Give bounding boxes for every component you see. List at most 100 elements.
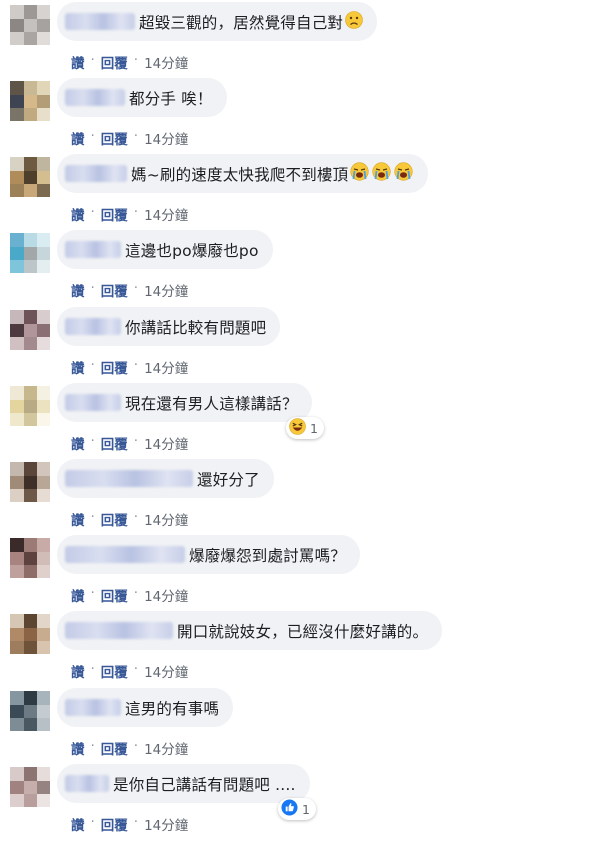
comment-list: 超毀三觀的，居然覺得自己對 讚 · 回覆 · 14分鐘 都分手 唉！ 讚 · 回… bbox=[0, 0, 611, 843]
avatar[interactable] bbox=[10, 538, 50, 578]
reply-link[interactable]: 回覆 bbox=[101, 738, 128, 758]
avatar[interactable] bbox=[10, 81, 50, 121]
like-link[interactable]: 讚 bbox=[71, 433, 85, 453]
like-link[interactable]: 讚 bbox=[71, 280, 85, 300]
commenter-name-blurred[interactable] bbox=[65, 470, 193, 487]
like-link[interactable]: 讚 bbox=[71, 509, 85, 529]
comment: 開口就說妓女，已經沒什麼好講的。 讚 · 回覆 · 14分鐘 bbox=[0, 611, 611, 687]
separator: · bbox=[133, 738, 139, 754]
separator: · bbox=[90, 738, 95, 754]
timestamp[interactable]: 14分鐘 bbox=[144, 738, 188, 758]
avatar[interactable] bbox=[10, 386, 50, 426]
comment-actions: 讚 · 回覆 · 14分鐘 bbox=[71, 814, 188, 834]
comment-bubble: 這邊也po爆廢也po bbox=[57, 230, 273, 269]
separator: · bbox=[90, 433, 95, 449]
comment-bubble: 還好分了 bbox=[57, 459, 274, 498]
comment-actions: 讚 · 回覆 · 14分鐘 bbox=[71, 52, 188, 72]
like-link[interactable]: 讚 bbox=[71, 128, 85, 148]
commenter-name-blurred[interactable] bbox=[65, 318, 121, 335]
timestamp[interactable]: 14分鐘 bbox=[144, 509, 188, 529]
comment-bubble: 都分手 唉！ bbox=[57, 78, 227, 117]
reply-link[interactable]: 回覆 bbox=[101, 280, 128, 300]
separator: · bbox=[133, 128, 139, 144]
reply-link[interactable]: 回覆 bbox=[101, 204, 128, 224]
commenter-name-blurred[interactable] bbox=[65, 775, 109, 792]
separator: · bbox=[133, 357, 139, 373]
reaction-summary[interactable]: 1 bbox=[278, 798, 316, 820]
comment-actions: 讚 · 回覆 · 14分鐘 bbox=[71, 661, 188, 681]
comment: 這邊也po爆廢也po 讚 · 回覆 · 14分鐘 bbox=[0, 230, 611, 306]
commenter-name-blurred[interactable] bbox=[65, 241, 121, 258]
separator: · bbox=[133, 661, 139, 677]
commenter-name-blurred[interactable] bbox=[65, 546, 185, 563]
avatar[interactable] bbox=[10, 5, 50, 45]
timestamp[interactable]: 14分鐘 bbox=[144, 280, 188, 300]
disappointed-face-icon bbox=[345, 10, 363, 33]
comment: 是你自己講話有問題吧 .... 1 讚 · 回覆 · 14分鐘 bbox=[0, 764, 611, 840]
comment-bubble: 是你自己講話有問題吧 .... bbox=[57, 764, 310, 803]
comment: 媽~刷的速度太快我爬不到樓頂 讚 · 回覆 · 14分鐘 bbox=[0, 154, 611, 230]
comment-actions: 讚 · 回覆 · 14分鐘 bbox=[71, 433, 188, 453]
comment-text: 超毀三觀的，居然覺得自己對 bbox=[139, 13, 344, 32]
timestamp[interactable]: 14分鐘 bbox=[144, 661, 188, 681]
reply-link[interactable]: 回覆 bbox=[101, 433, 128, 453]
avatar[interactable] bbox=[10, 233, 50, 273]
avatar[interactable] bbox=[10, 614, 50, 654]
like-reaction-icon bbox=[281, 799, 298, 819]
like-link[interactable]: 讚 bbox=[71, 585, 85, 605]
commenter-name-blurred[interactable] bbox=[65, 89, 125, 106]
reply-link[interactable]: 回覆 bbox=[101, 52, 128, 72]
separator: · bbox=[133, 585, 139, 601]
like-link[interactable]: 讚 bbox=[71, 814, 85, 834]
like-link[interactable]: 讚 bbox=[71, 661, 85, 681]
comment-text: 爆廢爆怨到處討罵嗎？ bbox=[189, 546, 347, 565]
comment-actions: 讚 · 回覆 · 14分鐘 bbox=[71, 128, 188, 148]
reply-link[interactable]: 回覆 bbox=[101, 509, 128, 529]
comment-bubble: 超毀三觀的，居然覺得自己對 bbox=[57, 2, 378, 41]
timestamp[interactable]: 14分鐘 bbox=[144, 357, 188, 377]
commenter-name-blurred[interactable] bbox=[65, 622, 173, 639]
reply-link[interactable]: 回覆 bbox=[101, 128, 128, 148]
comment-actions: 讚 · 回覆 · 14分鐘 bbox=[71, 585, 188, 605]
comment: 還好分了 讚 · 回覆 · 14分鐘 bbox=[0, 459, 611, 535]
comment-text: 這男的有事嗎 bbox=[125, 699, 220, 718]
comment-actions: 讚 · 回覆 · 14分鐘 bbox=[71, 280, 188, 300]
comment-bubble: 這男的有事嗎 bbox=[57, 688, 234, 727]
avatar[interactable] bbox=[10, 462, 50, 502]
timestamp[interactable]: 14分鐘 bbox=[144, 814, 188, 834]
commenter-name-blurred[interactable] bbox=[65, 394, 121, 411]
commenter-name-blurred[interactable] bbox=[65, 699, 121, 716]
reaction-summary[interactable]: 1 bbox=[286, 417, 324, 439]
commenter-name-blurred[interactable] bbox=[65, 13, 135, 30]
comment-text: 這邊也po爆廢也po bbox=[125, 241, 259, 260]
timestamp[interactable]: 14分鐘 bbox=[144, 585, 188, 605]
avatar[interactable] bbox=[10, 767, 50, 807]
separator: · bbox=[133, 509, 139, 525]
reply-link[interactable]: 回覆 bbox=[101, 585, 128, 605]
separator: · bbox=[133, 52, 139, 68]
comment: 爆廢爆怨到處討罵嗎？ 讚 · 回覆 · 14分鐘 bbox=[0, 535, 611, 611]
comment-text: 開口就說妓女，已經沒什麼好講的。 bbox=[177, 622, 429, 641]
comment-bubble: 開口就說妓女，已經沒什麼好講的。 bbox=[57, 611, 443, 650]
avatar[interactable] bbox=[10, 691, 50, 731]
separator: · bbox=[90, 509, 95, 525]
reply-link[interactable]: 回覆 bbox=[101, 814, 128, 834]
separator: · bbox=[90, 52, 95, 68]
comment-text: 還好分了 bbox=[197, 470, 260, 489]
like-link[interactable]: 讚 bbox=[71, 204, 85, 224]
timestamp[interactable]: 14分鐘 bbox=[144, 52, 188, 72]
timestamp[interactable]: 14分鐘 bbox=[144, 433, 188, 453]
comment: 都分手 唉！ 讚 · 回覆 · 14分鐘 bbox=[0, 78, 611, 154]
like-link[interactable]: 讚 bbox=[71, 357, 85, 377]
like-link[interactable]: 讚 bbox=[71, 52, 85, 72]
comment-bubble: 現在還有男人這樣講話？ bbox=[57, 383, 312, 422]
like-link[interactable]: 讚 bbox=[71, 738, 85, 758]
avatar[interactable] bbox=[10, 310, 50, 350]
timestamp[interactable]: 14分鐘 bbox=[144, 204, 188, 224]
reply-link[interactable]: 回覆 bbox=[101, 661, 128, 681]
reply-link[interactable]: 回覆 bbox=[101, 357, 128, 377]
commenter-name-blurred[interactable] bbox=[65, 165, 127, 182]
avatar[interactable] bbox=[10, 157, 50, 197]
comment-actions: 讚 · 回覆 · 14分鐘 bbox=[71, 509, 188, 529]
timestamp[interactable]: 14分鐘 bbox=[144, 128, 188, 148]
